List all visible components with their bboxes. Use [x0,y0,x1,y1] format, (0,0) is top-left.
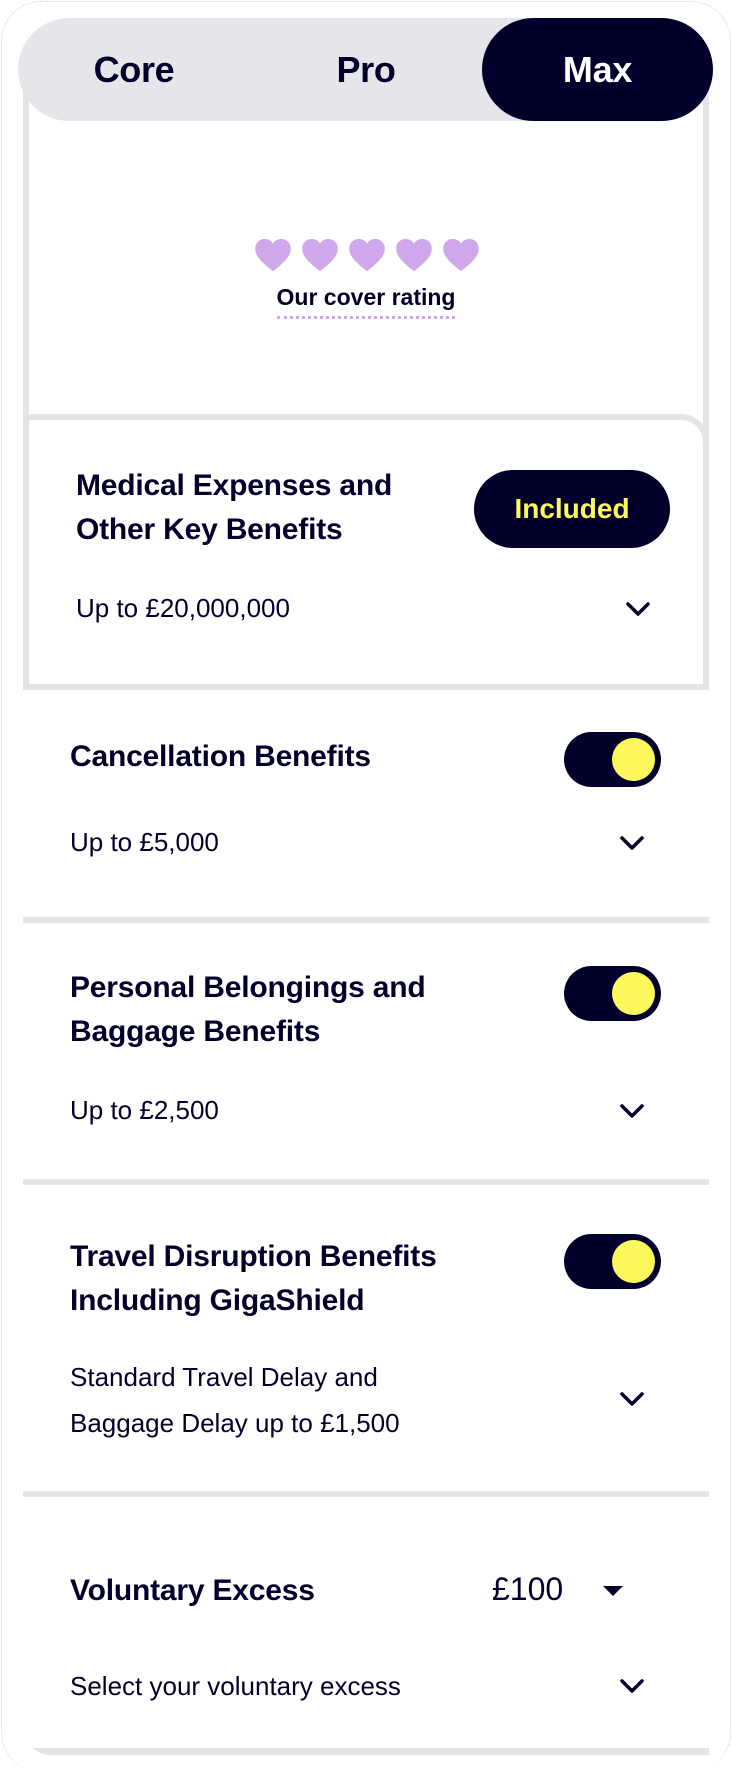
benefit-card-cancellation: Cancellation Benefits Up to £5,000 [23,684,709,917]
tab-core[interactable]: Core [18,18,250,121]
benefit-card-baggage: Personal Belongings and Baggage Benefits… [23,917,709,1179]
benefit-title-line: Baggage Benefits [70,1015,321,1048]
tier-tab-switcher: Core Pro Max [18,18,713,121]
heart-icon [349,238,385,272]
benefit-title-line: Including GigaShield [70,1284,365,1317]
included-badge: Included [474,470,670,548]
benefit-title: Cancellation Benefits [70,740,371,773]
benefit-title-line: Travel Disruption Benefits [70,1240,437,1273]
benefit-title-line: Medical Expenses and [76,469,393,502]
excess-select[interactable]: £100 [492,1571,563,1608]
tab-pro[interactable]: Pro [250,18,482,121]
benefit-description-line: Baggage Delay up to £1,500 [70,1408,400,1438]
toggle-knob [612,738,655,781]
benefit-title-line: Personal Belongings and [70,971,426,1004]
tab-max[interactable]: Max [482,18,713,121]
heart-icon [396,238,432,272]
chevron-down-icon[interactable] [619,1678,645,1694]
benefit-title: Personal Belongings and Baggage Benefits [70,966,426,1054]
voluntary-excess-card: Voluntary Excess £100 Select your volunt… [23,1491,709,1748]
benefit-title: Travel Disruption Benefits Including Gig… [70,1235,437,1323]
baggage-toggle[interactable] [564,966,661,1021]
benefit-description-line: Standard Travel Delay and [70,1362,378,1392]
cover-rating-link[interactable]: Our cover rating [276,284,456,319]
chevron-down-icon[interactable] [619,1391,645,1407]
cancellation-toggle[interactable] [564,732,661,787]
benefit-description: Standard Travel Delay and Baggage Delay … [70,1354,400,1446]
toggle-knob [612,1240,655,1283]
toggle-knob [612,972,655,1015]
chevron-down-icon[interactable] [619,835,645,851]
voluntary-excess-title: Voluntary Excess [70,1574,315,1607]
heart-icon [443,238,479,272]
benefit-description: Up to £2,500 [70,1095,219,1125]
benefit-card-travel-disruption: Travel Disruption Benefits Including Gig… [23,1179,709,1491]
travel-disruption-toggle[interactable] [564,1234,661,1289]
heart-icon [302,238,338,272]
voluntary-excess-description: Select your voluntary excess [70,1671,401,1701]
caret-down-icon[interactable] [603,1586,623,1596]
benefit-description: Up to £5,000 [70,827,219,857]
chevron-down-icon[interactable] [625,601,651,617]
benefit-description: Up to £20,000,000 [76,593,290,623]
benefit-title-line: Other Key Benefits [76,513,343,546]
benefit-card-medical: Medical Expenses and Other Key Benefits … [23,414,709,684]
benefit-title: Medical Expenses and Other Key Benefits [76,464,392,552]
rating-hearts [254,238,480,272]
chevron-down-icon[interactable] [619,1103,645,1119]
cover-rating: Our cover rating [0,238,732,319]
heart-icon [255,238,291,272]
